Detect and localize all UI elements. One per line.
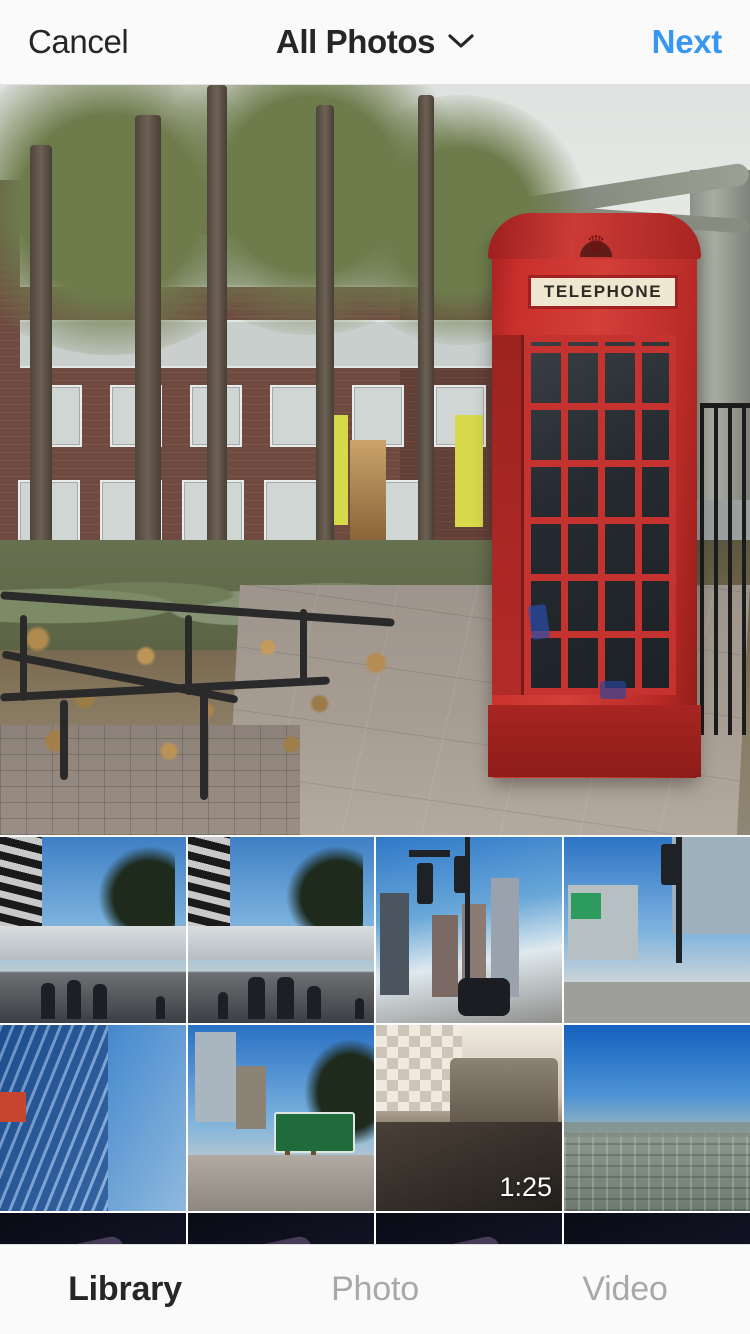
thumbnail-10[interactable] <box>188 1213 374 1244</box>
street-sign <box>409 850 451 858</box>
dark-object <box>376 1234 521 1244</box>
window <box>352 385 404 447</box>
thumbnail-1[interactable] <box>0 837 186 1023</box>
album-selector[interactable]: All Photos <box>276 23 474 61</box>
banner-stripe <box>0 837 42 953</box>
traffic-light <box>416 863 433 904</box>
rail-post <box>200 685 208 800</box>
dark-object <box>188 1234 333 1244</box>
tree-trunk <box>207 85 227 605</box>
rail-post <box>300 609 307 681</box>
building-block <box>236 1065 267 1130</box>
pedestrians <box>0 949 186 1023</box>
nav-header: Cancel All Photos Next <box>0 0 750 85</box>
rail-post <box>60 700 68 780</box>
blue-paint-mark <box>600 681 626 699</box>
thumbnail-4[interactable] <box>564 837 750 1023</box>
tree-silhouette <box>89 837 175 945</box>
photo-grid[interactable]: 1:25 <box>0 837 750 1244</box>
building-block <box>671 837 750 934</box>
building-block <box>195 1032 237 1122</box>
green-storefront-sign <box>571 892 602 919</box>
crown-emblem-icon: ♛ <box>566 231 626 257</box>
pedestrians <box>188 949 374 1023</box>
tree-trunk <box>30 145 52 605</box>
tree-trunk <box>316 105 334 595</box>
wall-poster <box>0 1091 27 1122</box>
building-entrance <box>350 440 386 540</box>
thumbnail-12[interactable] <box>564 1213 750 1244</box>
tab-photo[interactable]: Photo <box>250 1270 500 1309</box>
thumbnail-8[interactable] <box>564 1025 750 1211</box>
rail-post <box>185 615 192 695</box>
building-block <box>379 892 410 996</box>
header-left: Cancel <box>28 23 178 61</box>
telephone-box-base <box>488 705 701 777</box>
traffic-light <box>660 844 679 886</box>
thumbnail-2[interactable] <box>188 837 374 1023</box>
telephone-box-side-panel <box>492 335 524 695</box>
telephone-sign-text: TELEPHONE <box>543 282 663 301</box>
photo-preview[interactable]: ♛ TELEPHONE <box>0 85 750 835</box>
window <box>270 385 322 447</box>
iron-fence <box>700 405 750 735</box>
checkered-wall <box>376 1025 462 1111</box>
thumbnail-5[interactable] <box>0 1025 186 1211</box>
road <box>188 1155 374 1211</box>
yellow-banner <box>455 415 483 527</box>
next-button[interactable]: Next <box>652 23 723 61</box>
telephone-box-door <box>524 335 676 695</box>
dark-object <box>0 1234 145 1244</box>
thumbnail-9[interactable] <box>0 1213 186 1244</box>
car <box>457 978 510 1016</box>
tab-library[interactable]: Library <box>0 1270 250 1309</box>
road <box>564 982 750 1023</box>
album-selector-label: All Photos <box>275 23 436 60</box>
tree-silhouette <box>277 837 363 945</box>
bottom-tab-bar: Library Photo Video <box>0 1244 750 1334</box>
banner-stripe <box>188 837 230 953</box>
photo-picker-screen: Cancel All Photos Next ♛ TELEPHONE 1:25 … <box>0 0 750 1334</box>
thumbnail-11[interactable] <box>376 1213 562 1244</box>
header-right: Next <box>572 23 723 61</box>
tab-video[interactable]: Video <box>500 1270 750 1309</box>
preview-image: ♛ TELEPHONE <box>0 85 750 835</box>
city-rooftops <box>564 1132 750 1211</box>
traffic-light <box>454 855 469 893</box>
telephone-sign: TELEPHONE <box>528 275 678 309</box>
highway-sign <box>273 1112 356 1154</box>
cancel-button[interactable]: Cancel <box>28 23 129 61</box>
building-block <box>431 915 458 997</box>
tree-trunk <box>418 95 434 565</box>
thumbnail-7[interactable]: 1:25 <box>376 1025 562 1211</box>
video-duration-label: 1:25 <box>499 1172 552 1202</box>
iron-fence-rail <box>700 403 750 408</box>
distant-hills <box>564 1121 750 1137</box>
thumbnail-6[interactable] <box>188 1025 374 1211</box>
telephone-box-panes <box>531 342 669 688</box>
thumbnail-3[interactable] <box>376 837 562 1023</box>
chevron-down-icon <box>448 33 474 52</box>
